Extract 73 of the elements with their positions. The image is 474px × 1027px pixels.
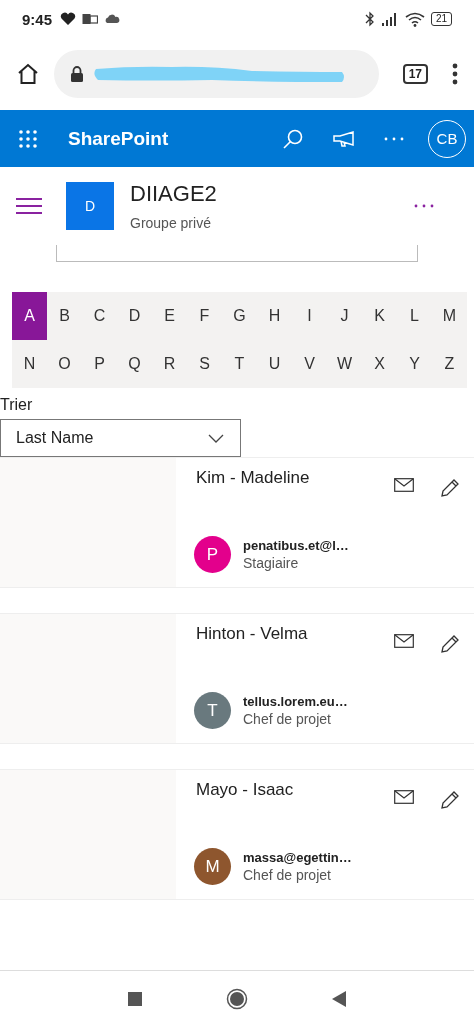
letter-filter[interactable]: V [292,340,327,388]
letter-filter[interactable]: B [47,292,82,340]
person-role: Stagiaire [243,555,300,571]
person-role: Chef de projet [243,867,332,883]
lock-icon [70,66,84,82]
person-avatar: T [194,692,231,729]
home-nav-icon[interactable] [226,988,248,1010]
letter-filter[interactable]: H [257,292,292,340]
app-launcher-icon[interactable] [18,128,38,149]
site-subtitle: Groupe privé [130,215,212,231]
letter-filter[interactable]: T [222,340,257,388]
heart-icon [60,12,77,26]
site-logo: D [66,182,114,230]
app-title[interactable]: SharePoint [68,127,169,150]
more-icon[interactable] [414,204,434,208]
home-button[interactable] [16,62,40,86]
letter-filter[interactable]: F [187,292,222,340]
pencil-icon[interactable] [440,790,460,810]
letter-filter[interactable]: A [12,292,47,340]
letter-filter[interactable]: G [222,292,257,340]
letter-filter[interactable]: U [257,340,292,388]
battery-icon: 21 [430,12,452,26]
mail-icon[interactable] [394,634,414,648]
tab-count-button[interactable]: 17 [402,64,428,84]
letter-filter[interactable]: J [327,292,362,340]
letter-filter[interactable]: D [117,292,152,340]
letter-filter[interactable]: Q [117,340,152,388]
menu-icon[interactable] [16,198,42,214]
letter-filter[interactable]: Z [432,340,467,388]
letter-filter[interactable]: N [12,340,47,388]
more-vertical-icon[interactable] [452,63,458,85]
sort-dropdown[interactable]: Last Name [0,419,241,457]
person-email: penatibus.et@l… [243,538,349,553]
letter-filter[interactable]: W [327,340,362,388]
letter-filter[interactable]: K [362,292,397,340]
search-field[interactable] [56,245,418,262]
pencil-icon[interactable] [440,478,460,498]
person-avatar: M [194,848,231,885]
home-icon [16,62,40,86]
letter-filter[interactable]: M [432,292,467,340]
person-name: Hinton - Velma [196,624,309,644]
person-email: tellus.lorem.eu… [243,694,348,709]
bluetooth-icon [364,11,375,27]
letter-filter[interactable]: I [292,292,327,340]
person-avatar: P [194,536,231,573]
person-email: massa@egettin… [243,850,352,865]
letter-filter[interactable]: S [187,340,222,388]
megaphone-icon[interactable] [332,129,356,148]
mail-icon[interactable] [394,478,414,492]
person-name: Mayo - Isaac [196,780,295,800]
letter-filter[interactable]: E [152,292,187,340]
letter-filter[interactable]: R [152,340,187,388]
sort-label: Trier [0,396,34,414]
letter-filter[interactable]: P [82,340,117,388]
chevron-down-icon [208,433,224,443]
mail-app-icon [82,13,99,25]
person-role: Chef de projet [243,711,332,727]
status-time: 9:45 [22,10,53,28]
search-icon[interactable] [282,127,304,150]
back-icon[interactable] [332,991,346,1007]
signal-icon [380,12,399,26]
letter-filter[interactable]: O [47,340,82,388]
letter-filter[interactable]: L [397,292,432,340]
letter-filter[interactable]: X [362,340,397,388]
cloud-icon [104,14,121,24]
more-icon[interactable] [384,136,404,141]
pencil-icon[interactable] [440,634,460,654]
person-name: Kim - Madeline [196,468,311,488]
letter-filter[interactable]: Y [397,340,432,388]
mail-icon[interactable] [394,790,414,804]
site-name: DIIAGE2 [130,181,217,207]
wifi-icon [404,11,425,27]
letter-filter[interactable]: C [82,292,117,340]
